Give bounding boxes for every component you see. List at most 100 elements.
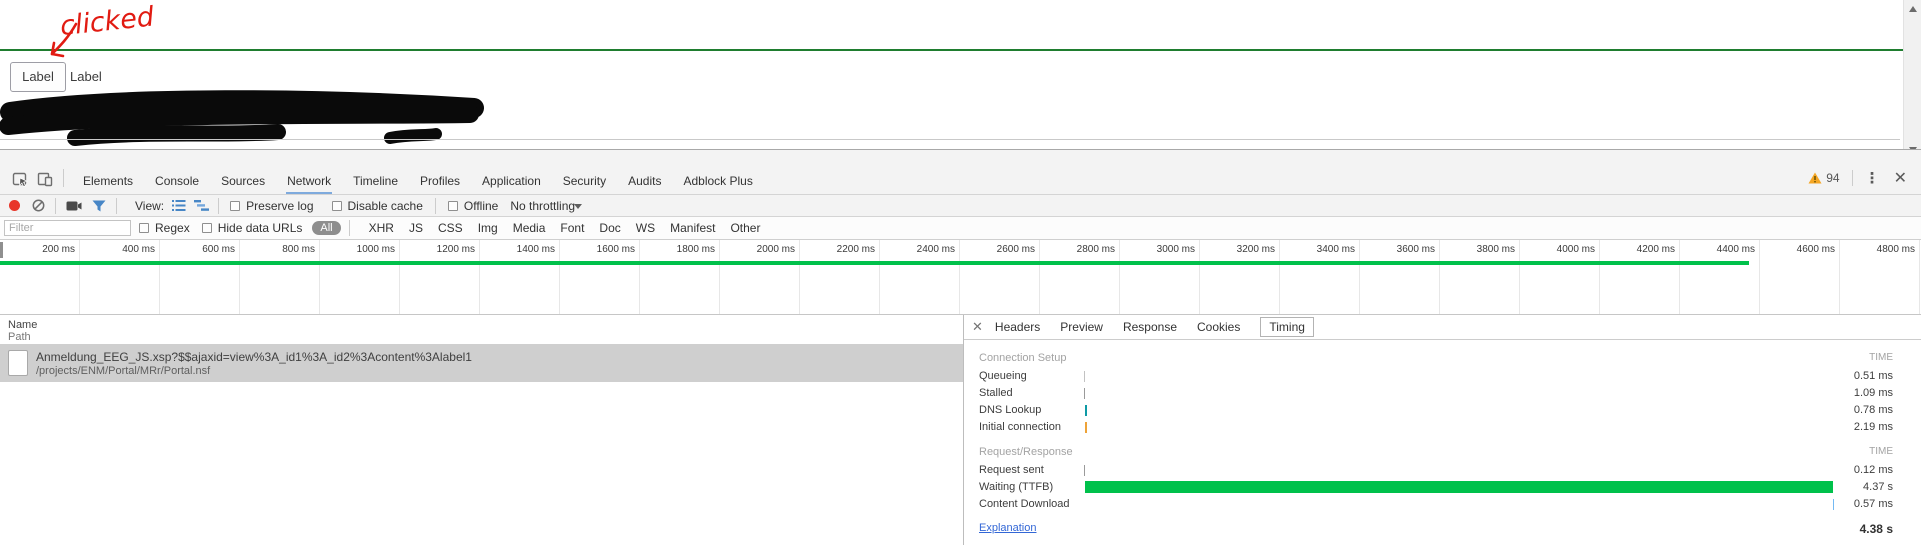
detail-tab-cookies[interactable]: Cookies xyxy=(1197,320,1240,334)
timing-label: Request sent xyxy=(979,464,1044,476)
filter-type-xhr[interactable]: XHR xyxy=(369,221,394,235)
timing-row-waiting-ttfb: Waiting (TTFB) 4.37 s xyxy=(964,479,1921,496)
regex-checkbox[interactable] xyxy=(139,223,149,233)
tab-timeline[interactable]: Timeline xyxy=(352,168,399,194)
warning-triangle-icon xyxy=(1808,172,1822,184)
time-column-header: TIME xyxy=(1869,352,1893,363)
filter-type-all[interactable]: All xyxy=(312,221,341,235)
ruler-tick-3600-ms: 3600 ms xyxy=(1360,240,1440,314)
filterbar-divider xyxy=(348,220,350,236)
filter-type-js[interactable]: JS xyxy=(409,221,423,235)
ruler-tick-600-ms: 600 ms xyxy=(160,240,240,314)
filter-type-img[interactable]: Img xyxy=(478,221,498,235)
ruler-tick-2000-ms: 2000 ms xyxy=(720,240,800,314)
ruler-tick-4800-ms: 4800 ms xyxy=(1840,240,1920,314)
timing-section-title: Connection Setup xyxy=(979,352,1067,364)
detail-tab-timing[interactable]: Timing xyxy=(1260,317,1314,337)
ruler-origin-marker xyxy=(0,242,3,258)
timing-tick xyxy=(1084,465,1085,476)
toolbar-divider-3 xyxy=(218,197,220,214)
total-time: 4.38 s xyxy=(1859,522,1893,536)
filter-type-other[interactable]: Other xyxy=(730,221,760,235)
timing-label: Stalled xyxy=(979,387,1013,399)
preserve-log-label[interactable]: Preserve log xyxy=(246,199,313,213)
timing-footer: Explanation 4.38 s xyxy=(964,522,1921,540)
ruler-tick-3200-ms: 3200 ms xyxy=(1200,240,1280,314)
timing-label: DNS Lookup xyxy=(979,404,1042,416)
request-list: Name Path Anmeldung_EEG_JS.xsp?$$ajaxid=… xyxy=(0,315,963,545)
offline-label[interactable]: Offline xyxy=(464,199,498,213)
filter-type-manifest[interactable]: Manifest xyxy=(670,221,715,235)
clear-icon[interactable] xyxy=(32,199,45,212)
path-column-header[interactable]: Path xyxy=(8,331,31,343)
timing-value: 0.57 ms xyxy=(1853,498,1893,510)
preserve-log-checkbox[interactable] xyxy=(230,200,241,211)
request-path: /projects/ENM/Portal/MRr/Portal.nsf xyxy=(36,365,211,377)
tab-sources[interactable]: Sources xyxy=(220,168,266,194)
tab-network[interactable]: Network xyxy=(286,168,333,194)
filmstrip-camera-icon[interactable] xyxy=(66,200,82,212)
record-button[interactable] xyxy=(9,200,20,211)
inspect-element-icon[interactable] xyxy=(12,171,29,187)
filter-type-media[interactable]: Media xyxy=(513,221,546,235)
handwritten-clicked-annotation: clicked xyxy=(50,1,156,58)
warning-count: 94 xyxy=(1826,171,1840,185)
detail-tab-preview[interactable]: Preview xyxy=(1060,320,1103,334)
ruler-tick-2400-ms: 2400 ms xyxy=(880,240,960,314)
filter-funnel-icon[interactable] xyxy=(92,200,106,212)
filter-type-ws[interactable]: WS xyxy=(636,221,655,235)
label-text: Label xyxy=(70,69,102,84)
timing-section-header-request-response: Request/Response TIME xyxy=(964,446,1921,462)
devtools-menu-kebab-icon[interactable]: ⋮ xyxy=(1857,169,1888,187)
filter-type-font[interactable]: Font xyxy=(560,221,584,235)
scrollbar-up-icon[interactable] xyxy=(1909,6,1917,12)
ruler-tick-3800-ms: 3800 ms xyxy=(1440,240,1520,314)
tab-security[interactable]: Security xyxy=(562,168,607,194)
tab-elements[interactable]: Elements xyxy=(82,168,134,194)
ruler-tick-200-ms: 200 ms xyxy=(0,240,80,314)
timing-section-gap xyxy=(964,436,1921,446)
tab-application[interactable]: Application xyxy=(481,168,542,194)
request-detail-panel: ✕ Headers Preview Response Cookies Timing Co… xyxy=(963,315,1921,545)
request-name: Anmeldung_EEG_JS.xsp?$$ajaxid=view%3A_id… xyxy=(36,350,472,364)
hide-data-urls-label[interactable]: Hide data URLs xyxy=(218,221,303,235)
view-label: View: xyxy=(135,198,165,213)
filter-type-css[interactable]: CSS xyxy=(438,221,463,235)
regex-label[interactable]: Regex xyxy=(155,221,190,235)
table-row[interactable]: Anmeldung_EEG_JS.xsp?$$ajaxid=view%3A_id… xyxy=(0,344,963,382)
timing-tick xyxy=(1085,422,1087,433)
offline-checkbox[interactable] xyxy=(447,200,458,211)
timing-bar xyxy=(1085,481,1833,493)
timing-label: Waiting (TTFB) xyxy=(979,481,1054,493)
filter-type-doc[interactable]: Doc xyxy=(599,221,620,235)
detail-tab-headers[interactable]: Headers xyxy=(995,320,1040,334)
tab-profiles[interactable]: Profiles xyxy=(419,168,461,194)
detail-tab-response[interactable]: Response xyxy=(1123,320,1177,334)
timing-row-queueing: Queueing 0.51 ms xyxy=(964,368,1921,385)
ruler-tick-1800-ms: 1800 ms xyxy=(640,240,720,314)
console-warning-badge[interactable]: 94 xyxy=(1808,171,1840,185)
hide-data-urls-checkbox[interactable] xyxy=(201,223,212,233)
ruler-tick-4400-ms: 4400 ms xyxy=(1680,240,1760,314)
explanation-link[interactable]: Explanation xyxy=(979,522,1037,534)
detail-close-icon[interactable]: ✕ xyxy=(972,319,983,335)
throttling-select[interactable]: No throttling xyxy=(510,199,575,213)
name-column-header[interactable]: Name xyxy=(8,319,37,331)
view-list-icon[interactable] xyxy=(172,200,186,211)
timing-row-request-sent: Request sent 0.12 ms xyxy=(964,462,1921,479)
tab-console[interactable]: Console xyxy=(154,168,200,194)
filter-input[interactable] xyxy=(4,220,131,236)
view-waterfall-icon[interactable] xyxy=(194,200,210,211)
throttling-dropdown-icon[interactable] xyxy=(574,204,582,209)
page-scrollbar[interactable] xyxy=(1903,0,1921,158)
tab-audits[interactable]: Audits xyxy=(627,168,662,194)
device-toolbar-icon[interactable] xyxy=(37,171,53,187)
devtools-tabbar: Elements Console Sources Network Timeline Pro… xyxy=(0,150,1921,195)
tab-adblock-plus[interactable]: Adblock Plus xyxy=(682,168,753,194)
disable-cache-label[interactable]: Disable cache xyxy=(348,199,423,213)
label-button[interactable]: Label xyxy=(10,62,66,92)
disable-cache-checkbox[interactable] xyxy=(331,200,342,211)
devtools-close-icon[interactable]: ✕ xyxy=(1888,168,1913,188)
ruler-tick-4000-ms: 4000 ms xyxy=(1520,240,1600,314)
network-toolbar: View: Preserve log Disable cache Offline… xyxy=(0,195,1921,217)
